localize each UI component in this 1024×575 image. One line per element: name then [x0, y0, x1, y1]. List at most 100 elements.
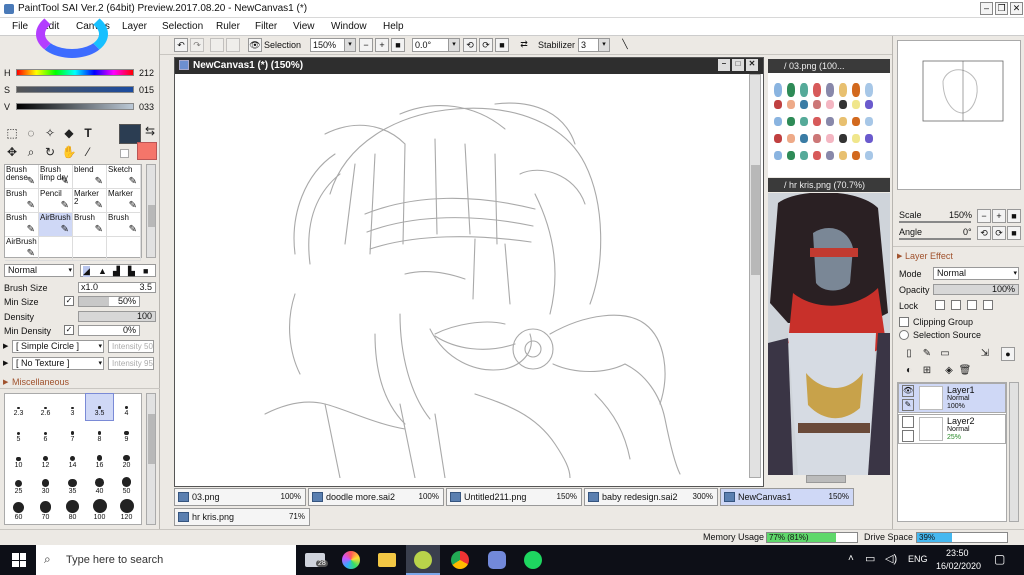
expand-arrow-icon[interactable]: ▶: [3, 342, 8, 350]
menu-view[interactable]: View: [293, 21, 315, 32]
restore-button[interactable]: ❐: [995, 2, 1008, 15]
brush-preset[interactable]: AirBrush ✎: [5, 237, 39, 261]
hand-icon[interactable]: ✋: [61, 144, 77, 160]
zoom-reset-button[interactable]: ■: [391, 38, 405, 52]
brush-size-preset[interactable]: 20: [113, 446, 140, 472]
brush-size-preset[interactable]: 100: [86, 498, 113, 524]
reference-window-title-2[interactable]: / hr kris.png (70.7%): [768, 178, 890, 192]
hue-slider[interactable]: [16, 69, 134, 76]
nav-zoom-in-button[interactable]: +: [992, 209, 1006, 223]
document-tab[interactable]: hr kris.png 71%: [174, 508, 310, 526]
brush-preset[interactable]: [73, 237, 107, 261]
brush-preset[interactable]: Brush ✎: [73, 213, 107, 237]
canvas-maximize-button[interactable]: □: [732, 59, 744, 71]
bucket-icon[interactable]: ◆: [61, 125, 77, 141]
stabilizer-select[interactable]: 3 ▾: [578, 38, 610, 52]
brush-size-preset[interactable]: 25: [5, 472, 32, 498]
brush-size-preset[interactable]: 12: [32, 446, 59, 472]
new-folder-icon[interactable]: ▭: [937, 346, 953, 362]
undo-button[interactable]: ↶: [174, 38, 188, 52]
brush-size-preset[interactable]: 16: [86, 446, 113, 472]
saturation-slider[interactable]: [16, 86, 134, 93]
reference-window-title-1[interactable]: / 03.png (100...: [768, 59, 890, 73]
clock-date[interactable]: 16/02/2020: [936, 561, 981, 571]
zoom-out-button[interactable]: −: [359, 38, 373, 52]
redo-button[interactable]: ↷: [190, 38, 204, 52]
expand-arrow-icon[interactable]: ▶: [897, 252, 902, 260]
lock-position-checkbox[interactable]: [967, 300, 977, 310]
layer-row-2[interactable]: Layer2 Normal 25%: [898, 414, 1006, 444]
clear-layer-icon[interactable]: ◈: [941, 363, 957, 379]
texture-intensity-field[interactable]: Intensity 95: [108, 357, 154, 370]
brush-preset[interactable]: Brush ✎: [107, 213, 141, 237]
rect-select-icon[interactable]: ⬚: [4, 125, 20, 141]
brush-size-preset[interactable]: 14: [59, 446, 86, 472]
brush-size-preset[interactable]: 120: [113, 498, 140, 524]
brush-size-preset[interactable]: 2.6: [32, 394, 59, 420]
minimize-button[interactable]: –: [980, 2, 993, 15]
invert-selection-button[interactable]: [226, 38, 240, 52]
min-size-slider[interactable]: 50%: [78, 296, 140, 307]
chrome-icon[interactable]: [451, 551, 469, 569]
brush-grid-scrollbar[interactable]: [146, 164, 156, 258]
eyedropper-icon[interactable]: ⁄: [80, 144, 96, 160]
selection-visibility-icon[interactable]: 👁: [248, 38, 262, 52]
flip-icon[interactable]: ⇄: [517, 38, 531, 52]
close-button[interactable]: ✕: [1010, 2, 1023, 15]
brush-size-field[interactable]: x1.0 3.5: [78, 282, 156, 293]
document-tab[interactable]: Untitled211.png 150%: [446, 488, 582, 506]
layer-row-1[interactable]: 👁 ✎ Layer1 Normal 100%: [898, 383, 1006, 413]
nav-zoom-out-button[interactable]: −: [977, 209, 991, 223]
reference-hscrollbar[interactable]: [806, 475, 846, 483]
navigator-preview[interactable]: [897, 40, 1021, 190]
deselect-button[interactable]: [210, 38, 224, 52]
transparent-color-toggle[interactable]: [120, 149, 129, 158]
min-density-checkbox[interactable]: ✓: [64, 325, 74, 335]
lock-pixels-checkbox[interactable]: [951, 300, 961, 310]
brush-size-preset[interactable]: 80: [59, 498, 86, 524]
misc-label[interactable]: Miscellaneous: [12, 377, 69, 387]
brush-shape-selector[interactable]: ◢ ▲ ▟ ▙ ■: [80, 264, 156, 277]
zoom-tool-icon[interactable]: ⌕: [23, 144, 39, 160]
paint-brush-icon[interactable]: ✎: [902, 399, 914, 411]
zoom-in-button[interactable]: +: [375, 38, 389, 52]
nav-zoom-reset-button[interactable]: ■: [1007, 209, 1021, 223]
paint-app-icon[interactable]: [342, 551, 360, 569]
brush-preset[interactable]: Brush ✎: [5, 189, 39, 213]
brush-preset[interactable]: [39, 237, 73, 261]
magic-wand-icon[interactable]: ✧: [42, 125, 58, 141]
color-wheel[interactable]: [36, 10, 108, 58]
size-grid-scrollbar[interactable]: [146, 393, 156, 525]
rotate-right-button[interactable]: ⟳: [479, 38, 493, 52]
active-sai-taskbar-button[interactable]: [406, 545, 440, 575]
menu-selection[interactable]: Selection: [162, 21, 203, 32]
menu-ruler[interactable]: Ruler: [216, 21, 240, 32]
rotate-reset-button[interactable]: ■: [495, 38, 509, 52]
rotate-tool-icon[interactable]: ↻: [42, 144, 58, 160]
brush-preset[interactable]: Brush ✎: [5, 213, 39, 237]
sub-color-swatch[interactable]: [137, 142, 157, 160]
brush-preset[interactable]: [107, 237, 141, 261]
clipping-group-checkbox[interactable]: [899, 317, 909, 327]
shape-intensity-field[interactable]: Intensity 50: [108, 340, 154, 353]
brush-size-preset[interactable]: 3.5: [85, 393, 114, 421]
clock-time[interactable]: 23:50: [946, 548, 969, 558]
expand-arrow-icon[interactable]: ▶: [3, 359, 8, 367]
value-slider[interactable]: [16, 103, 134, 110]
notification-icon[interactable]: ▢: [994, 552, 1005, 566]
layer-list-scrollbar[interactable]: [1009, 382, 1019, 522]
blend-mode-select[interactable]: Normal ▾: [4, 264, 74, 277]
new-linework-layer-icon[interactable]: ✎: [919, 346, 935, 362]
tray-expand-icon[interactable]: ˄: [848, 553, 854, 564]
windows-start-icon[interactable]: [12, 553, 26, 567]
brush-preset[interactable]: Brush dense ✎: [5, 165, 39, 189]
texture-select[interactable]: [ No Texture ] ▾: [12, 357, 104, 370]
canvas-minimize-button[interactable]: –: [718, 59, 730, 71]
min-density-slider[interactable]: 0%: [78, 325, 140, 336]
menu-layer[interactable]: Layer: [122, 21, 147, 32]
apply-mask-icon[interactable]: ◐: [901, 363, 917, 379]
sketch-drawing[interactable]: [175, 74, 749, 478]
lasso-icon[interactable]: ◌: [23, 125, 39, 141]
layer-link-toggle[interactable]: [902, 430, 914, 442]
document-tab[interactable]: 03.png 100%: [174, 488, 306, 506]
